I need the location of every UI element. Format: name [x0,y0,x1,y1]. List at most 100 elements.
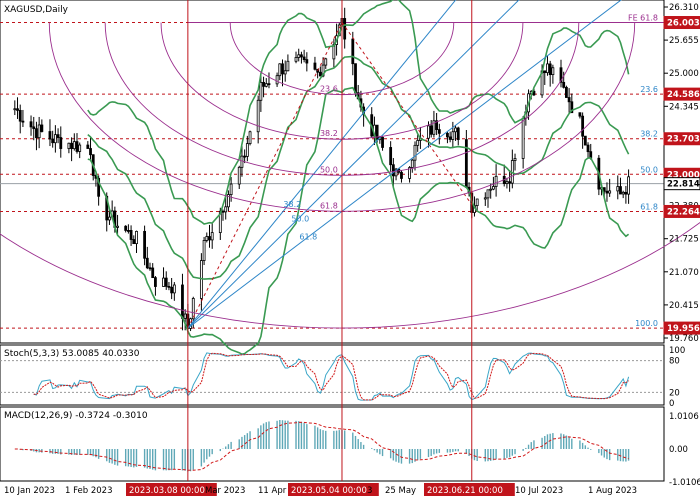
candle-body [35,128,38,139]
candle-body [275,75,279,85]
candle-body [151,267,155,279]
stoch-tick-label: 0 [669,399,674,409]
candle-body [13,108,17,111]
candle-body [132,239,136,245]
candle-body [567,97,571,103]
date-axis-label: 11 Apr [258,486,287,496]
candle-body [126,230,130,232]
candle-body [281,63,284,75]
candle-body [489,188,493,191]
candle-body [70,142,73,150]
candle-body [586,144,590,153]
stoch-tick-label: 20 [669,388,680,398]
candle-body [624,191,628,195]
candle-body [621,191,625,195]
candle-body [324,58,328,66]
price-tick-label: 26.310 [669,3,699,13]
price-tick-label: 21.070 [669,268,699,278]
candle-body [562,81,566,88]
date-axis-label: Mar 2023 [205,486,245,496]
candle-body [278,63,282,77]
candle-body [162,277,165,287]
candle-body [578,112,582,117]
candle-body [53,134,57,144]
macd-tick-label: 0.00 [669,445,688,455]
fib-arc-label: 23.6 [320,85,338,94]
fib-arc-label: 50.0 [320,165,338,174]
candle-body [410,159,414,168]
candle-body [240,155,244,168]
candle-body [210,232,214,241]
candle-body [391,164,395,177]
candle-body [475,198,479,207]
price-tag-label: 22.814 [667,180,700,190]
candle-body [16,108,19,111]
fib-retracement-label: 38.2 [640,130,658,139]
stoch-title: Stoch(5,3,3) 53.0085 40.0330 [4,349,140,359]
candle-body [18,109,22,122]
date-axis-label: 10 Jan 2023 [4,486,55,496]
symbol-title: XAGUSD,Daily [4,5,69,15]
macd-tick-label: 1.0106 [669,412,699,422]
candle-body [143,230,147,259]
candle-body [302,56,306,61]
fib-retracement-label: 50.0 [640,165,658,174]
candle-body [354,63,357,94]
macd-tick-label: -1.0106 [669,478,700,488]
chart-canvas[interactable]: 38.2 50.0 61.8 23.6 38.2 50.0 61.8 FE 61.8 23.6 3… [0,0,700,500]
candle-body [167,285,171,288]
candle-body [259,81,263,101]
candle-body [513,158,517,161]
candle-body [400,171,403,179]
candle-body [297,54,301,58]
candle-body [619,186,622,195]
candle-body [224,206,228,213]
candle-body [483,197,487,200]
candle-body [51,138,55,144]
candle-body [170,286,174,294]
candle-body [243,155,247,158]
candle-body [245,143,249,157]
candle-body [267,83,271,86]
candle-body [318,71,322,77]
candle-body [172,284,176,294]
candle-body [548,63,552,76]
date-tag-label: 2023.05.04 00:00 [291,486,367,496]
candle-body [21,120,25,123]
candle-body [543,70,547,74]
candle-body [446,132,449,138]
candle-body [202,240,206,261]
candle-body [256,99,260,133]
candle-body [262,81,265,87]
candle-body [294,57,298,62]
candle-body [494,175,498,187]
candle-body [389,147,393,166]
fib-retracement-label: 61.8 [640,202,658,211]
candle-body [145,257,149,269]
candle-body [429,125,433,135]
candle-body [67,142,71,149]
candle-body [521,117,525,159]
candle-body [305,59,309,64]
candle-body [437,129,441,134]
candle-body [108,216,111,221]
candle-body [565,86,568,98]
trading-chart[interactable]: 38.2 50.0 61.8 23.6 38.2 50.0 61.8 FE 61.8 23.6 3… [0,0,700,500]
fib-retracement-label: 23.6 [640,85,658,94]
candle-body [135,230,138,245]
candle-body [183,313,187,319]
candle-body [86,144,90,149]
candle-body [605,190,609,194]
candle-body [208,236,211,241]
candle-body [154,277,157,287]
candle-body [616,186,620,192]
candle-body [551,67,555,76]
price-tag-label: 23.703 [667,135,700,145]
fib-retracement-label: FE 61.8 [628,14,658,23]
candle-body [59,137,63,149]
candle-body [454,127,457,133]
price-tick-label: 21.725 [669,235,699,245]
date-axis-label: 10 Jul 2023 [515,486,563,496]
candle-body [40,124,44,132]
stoch-tick-label: 80 [669,357,680,367]
